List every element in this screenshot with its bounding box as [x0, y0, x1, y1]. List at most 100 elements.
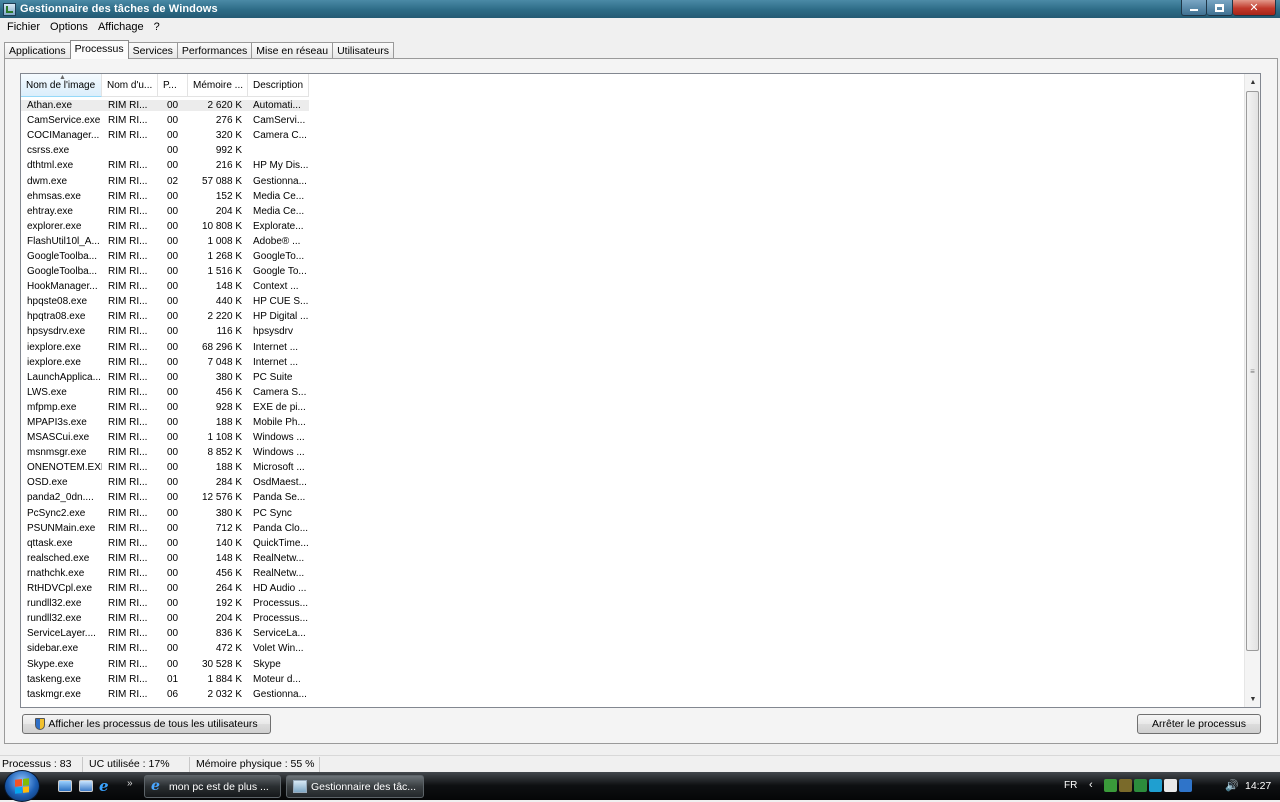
row-cpu: 00	[167, 462, 179, 474]
table-row[interactable]: LaunchApplica... RIM RI... 00 380 K PC Suite	[21, 370, 309, 385]
internet-explorer-icon[interactable]: e	[99, 779, 113, 794]
end-process-button[interactable]: Arrêter le processus	[1137, 714, 1261, 734]
table-row[interactable]: GoogleToolba... RIM RI... 00 1 516 K Google …	[21, 264, 309, 279]
table-row[interactable]: dwm.exe RIM RI... 02 57 088 K Gestionna...	[21, 173, 309, 188]
row-description: Gestionna...	[253, 175, 307, 187]
row-memory: 57 088 K	[201, 175, 242, 187]
table-row[interactable]: taskmgr.exe RIM RI... 06 2 032 K Gestionna..…	[21, 687, 309, 702]
table-row[interactable]: PcSync2.exe RIM RI... 00 380 K PC Sync	[21, 506, 309, 521]
show-all-processes-button[interactable]: Afficher les processus de tous les utili…	[22, 714, 271, 734]
row-description: QuickTime...	[253, 537, 309, 549]
scroll-up-icon[interactable]: ▲	[1245, 74, 1260, 90]
switch-windows-icon[interactable]	[79, 780, 93, 792]
start-button[interactable]	[4, 770, 40, 802]
table-row[interactable]: rnathchk.exe RIM RI... 00 456 K RealNetw...	[21, 566, 309, 581]
row-description: HP CUE S...	[253, 296, 309, 308]
table-row[interactable]: CamService.exe RIM RI... 00 276 K CamServi..…	[21, 113, 309, 128]
table-row[interactable]: ehmsas.exe RIM RI... 00 152 K Media Ce...	[21, 189, 309, 204]
title-bar[interactable]: Gestionnaire des tâches de Windows ✕	[0, 0, 1280, 18]
table-row[interactable]: OSD.exe RIM RI... 00 284 K OsdMaest...	[21, 475, 309, 490]
tab-performances[interactable]: Performances	[176, 42, 253, 59]
table-row[interactable]: csrss.exe 00 992 K	[21, 143, 309, 158]
table-row[interactable]: panda2_0dn.... RIM RI... 00 12 576 K Panda S…	[21, 490, 309, 505]
table-row[interactable]: HookManager... RIM RI... 00 148 K Context ..…	[21, 279, 309, 294]
row-user-name: RIM RI...	[108, 628, 148, 640]
table-row[interactable]: COCIManager... RIM RI... 00 320 K Camera C..…	[21, 128, 309, 143]
column-cpu[interactable]: P...	[158, 74, 188, 97]
row-user-name: RIM RI...	[108, 281, 148, 293]
tab-services[interactable]: Services	[127, 42, 178, 59]
tab-processus[interactable]: Processus	[69, 40, 129, 59]
tray-app-icon[interactable]	[1149, 779, 1162, 792]
table-row[interactable]: explorer.exe RIM RI... 00 10 808 K Explorate…	[21, 219, 309, 234]
row-description: Panda Clo...	[253, 522, 309, 534]
row-description: Volet Win...	[253, 643, 304, 655]
row-memory: 2 032 K	[207, 688, 242, 700]
row-cpu: 00	[167, 643, 179, 655]
table-row[interactable]: RtHDVCpl.exe RIM RI... 00 264 K HD Audio ...	[21, 581, 309, 596]
vertical-scrollbar[interactable]: ▲ ≡ ▼	[1244, 74, 1260, 707]
table-row[interactable]: hpsysdrv.exe RIM RI... 00 116 K hpsysdrv	[21, 324, 309, 339]
menu-affichage[interactable]: Affichage	[93, 20, 149, 34]
table-row[interactable]: hpqste08.exe RIM RI... 00 440 K HP CUE S...	[21, 294, 309, 309]
table-row[interactable]: rundll32.exe RIM RI... 00 192 K Processus...	[21, 596, 309, 611]
table-row[interactable]: Athan.exe RIM RI... 00 2 620 K Automati...	[21, 98, 309, 113]
language-indicator[interactable]: FR	[1064, 780, 1077, 791]
menu-options[interactable]: Options	[45, 20, 93, 34]
column-user-name[interactable]: Nom d'u...	[102, 74, 158, 97]
table-row[interactable]: iexplore.exe RIM RI... 00 68 296 K Internet …	[21, 340, 309, 355]
row-memory: 152 K	[215, 190, 242, 202]
close-button[interactable]: ✕	[1233, 0, 1276, 16]
table-row[interactable]: sidebar.exe RIM RI... 00 472 K Volet Win...	[21, 641, 309, 656]
tray-app-icon[interactable]	[1119, 779, 1132, 792]
table-row[interactable]: LWS.exe RIM RI... 00 456 K Camera S...	[21, 385, 309, 400]
table-row[interactable]: PSUNMain.exe RIM RI... 00 712 K Panda Clo...	[21, 521, 309, 536]
process-list[interactable]: ▲ Nom de l'image Nom d'u... P... Mémoire…	[20, 73, 1261, 708]
column-memory[interactable]: Mémoire ...	[188, 74, 248, 97]
tray-network-icon[interactable]	[1134, 779, 1147, 792]
table-row[interactable]: msnmsgr.exe RIM RI... 00 8 852 K Windows ...	[21, 445, 309, 460]
tray-app-icon[interactable]	[1104, 779, 1117, 792]
row-cpu: 01	[167, 673, 179, 685]
row-cpu: 06	[167, 688, 179, 700]
clock[interactable]: 14:27	[1245, 780, 1271, 792]
tray-expand-icon[interactable]: ‹	[1089, 779, 1093, 791]
table-row[interactable]: GoogleToolba... RIM RI... 00 1 268 K GoogleT…	[21, 249, 309, 264]
table-row[interactable]: ehtray.exe RIM RI... 00 204 K Media Ce...	[21, 204, 309, 219]
table-row[interactable]: MSASCui.exe RIM RI... 00 1 108 K Windows ...	[21, 430, 309, 445]
maximize-button[interactable]	[1207, 0, 1233, 16]
tray-app-icon[interactable]	[1179, 779, 1192, 792]
taskbar-item-ie[interactable]: e mon pc est de plus ...	[144, 775, 281, 798]
taskbar-item-task-manager[interactable]: Gestionnaire des tâc...	[286, 775, 424, 798]
tab-utilisateurs[interactable]: Utilisateurs	[332, 42, 395, 59]
table-row[interactable]: iexplore.exe RIM RI... 00 7 048 K Internet .…	[21, 355, 309, 370]
column-description[interactable]: Description	[248, 74, 309, 97]
table-row[interactable]: hpqtra08.exe RIM RI... 00 2 220 K HP Digital…	[21, 309, 309, 324]
table-row[interactable]: realsched.exe RIM RI... 00 148 K RealNetw...	[21, 551, 309, 566]
volume-icon[interactable]: 🔊	[1225, 779, 1239, 792]
table-row[interactable]: MPAPI3s.exe RIM RI... 00 188 K Mobile Ph...	[21, 415, 309, 430]
tray-app-icon[interactable]	[1164, 779, 1177, 792]
minimize-button[interactable]	[1181, 0, 1207, 16]
table-row[interactable]: mfpmp.exe RIM RI... 00 928 K EXE de pi...	[21, 400, 309, 415]
table-row[interactable]: ONENOTEM.EXE RIM RI... 00 188 K Microsoft ..…	[21, 460, 309, 475]
table-row[interactable]: ServiceLayer.... RIM RI... 00 836 K ServiceL…	[21, 626, 309, 641]
row-memory: 472 K	[215, 643, 242, 655]
table-row[interactable]: rundll32.exe RIM RI... 00 204 K Processus...	[21, 611, 309, 626]
table-row[interactable]: Skype.exe RIM RI... 00 30 528 K Skype	[21, 656, 309, 671]
quick-launch-more-icon[interactable]: »	[127, 778, 133, 789]
table-row[interactable]: taskeng.exe RIM RI... 01 1 884 K Moteur d...	[21, 672, 309, 687]
table-row[interactable]: FlashUtil10l_A... RIM RI... 00 1 008 K Adobe…	[21, 234, 309, 249]
show-desktop-icon[interactable]	[58, 780, 72, 792]
tab-mise-en-reseau[interactable]: Mise en réseau	[251, 42, 334, 59]
column-image-name[interactable]: ▲ Nom de l'image	[21, 74, 102, 97]
menu-fichier[interactable]: Fichier	[2, 20, 45, 34]
menu-help[interactable]: ?	[149, 20, 165, 34]
row-cpu: 00	[167, 190, 179, 202]
table-row[interactable]: dthtml.exe RIM RI... 00 216 K HP My Dis...	[21, 158, 309, 173]
scroll-down-icon[interactable]: ▼	[1245, 691, 1260, 707]
table-row[interactable]: qttask.exe RIM RI... 00 140 K QuickTime...	[21, 536, 309, 551]
scroll-thumb[interactable]: ≡	[1246, 91, 1259, 651]
row-user-name: RIM RI...	[108, 386, 148, 398]
tab-applications[interactable]: Applications	[4, 42, 71, 59]
